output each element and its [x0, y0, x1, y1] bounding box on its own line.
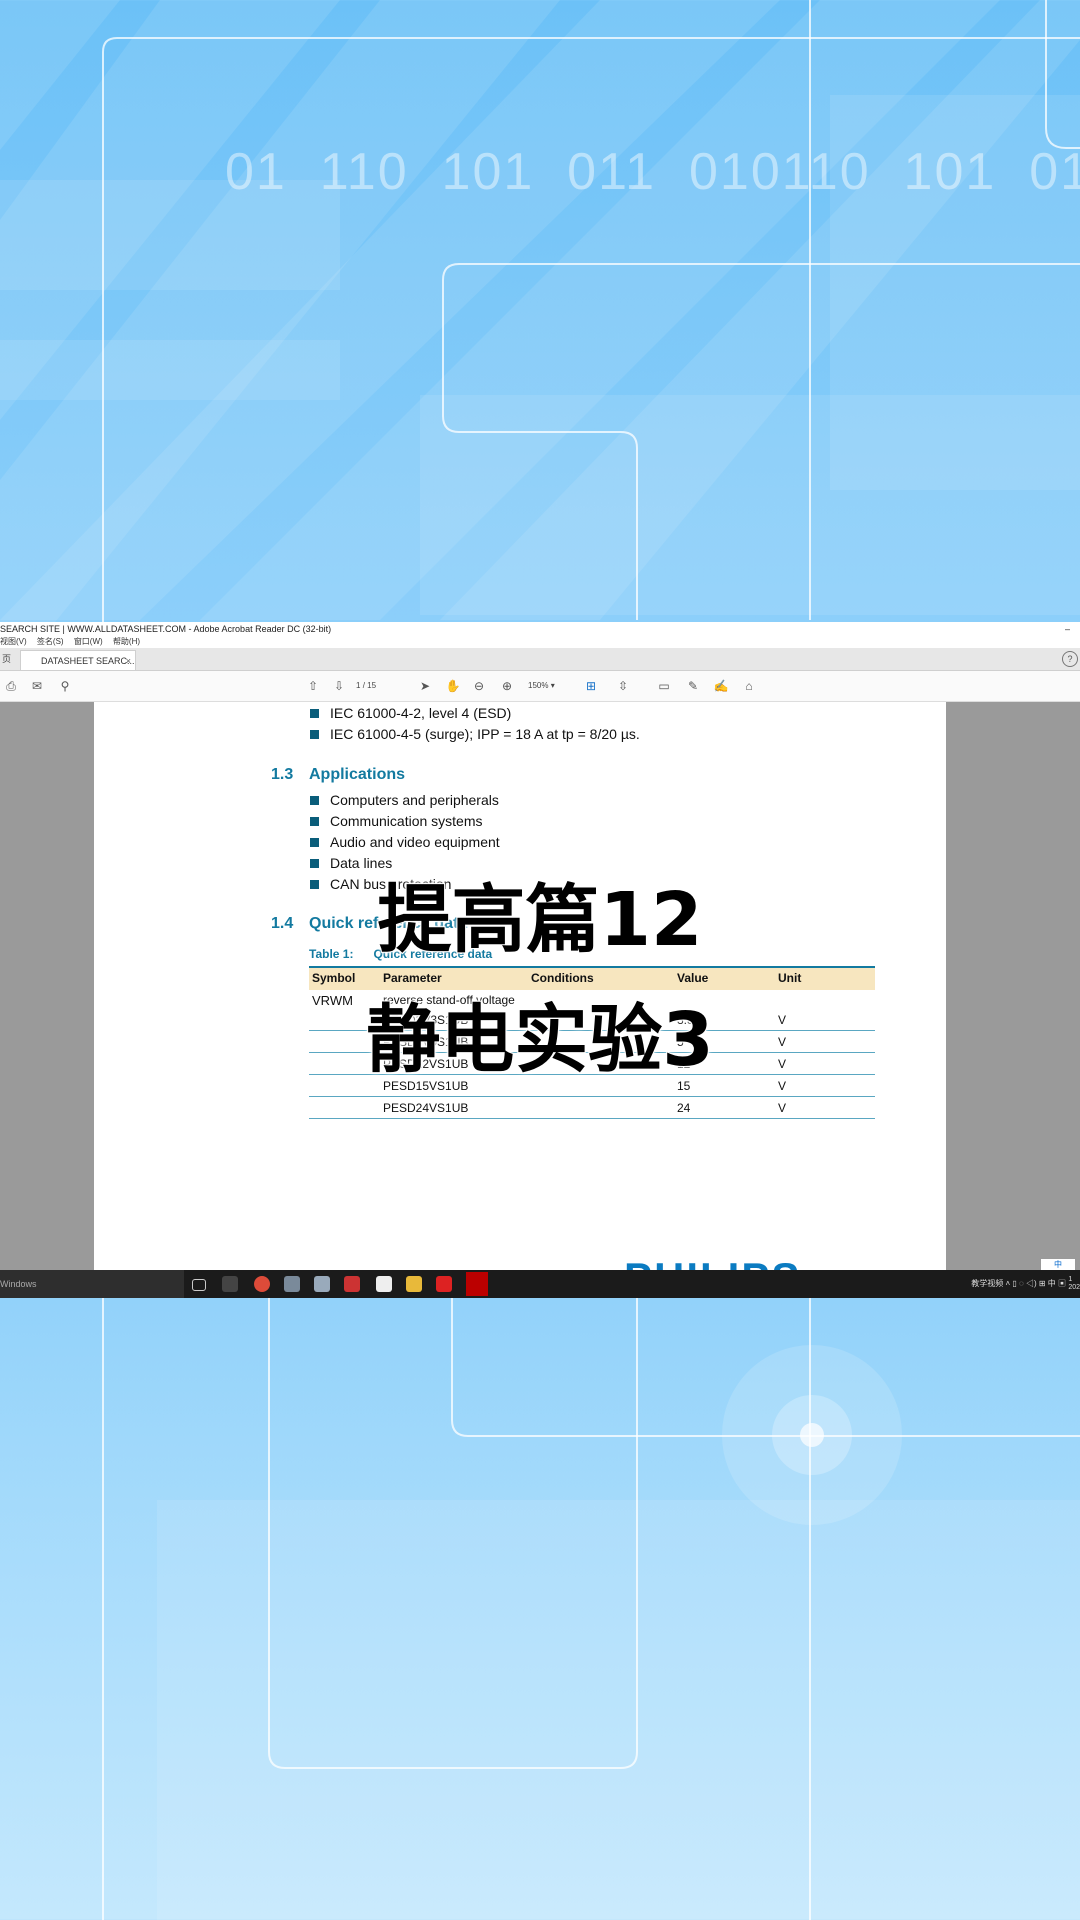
next-page-icon[interactable]: ⇩ — [330, 677, 348, 695]
zoom-value: 150% — [528, 681, 549, 690]
fit-page-icon[interactable]: ⊞ — [582, 677, 600, 695]
wps-icon[interactable] — [436, 1276, 452, 1292]
scroll-mode-icon[interactable]: ⇳ — [614, 677, 632, 695]
page-indicator[interactable]: 1 / 15 — [356, 679, 398, 693]
table-row: PESD24VS1UB 24 V — [309, 1097, 875, 1119]
prev-page-icon[interactable]: ⇧ — [304, 677, 322, 695]
select-arrow-icon[interactable]: ➤ — [416, 677, 434, 695]
row-parameter: PESD24VS1UB — [383, 1101, 469, 1115]
taskbar: Windows 教学视频 ˄ ▯ ◌ ◁) ⊞ 中 ▣ 1 202 — [0, 1270, 1080, 1298]
section-title: Applications — [309, 766, 406, 783]
email-icon[interactable]: ✉ — [28, 677, 46, 695]
section-number: 1.3 — [271, 766, 294, 783]
minimize-button[interactable]: – — [1065, 622, 1070, 636]
menu-window[interactable]: 窗口(W) — [74, 637, 103, 646]
sign-icon[interactable]: ✍ — [712, 677, 730, 695]
acrobat-icon[interactable] — [466, 1272, 488, 1296]
app-icon[interactable] — [314, 1276, 330, 1292]
tag-icon[interactable]: ⌂ — [740, 677, 758, 695]
calculator-icon[interactable] — [222, 1276, 238, 1292]
tab-label: DATASHEET SEARC... — [41, 656, 135, 666]
overlay-title-line2: 静电实验3 — [365, 996, 715, 1084]
app-icon[interactable] — [344, 1276, 360, 1292]
row-value: 24 — [677, 1101, 691, 1115]
taskbar-search[interactable]: Windows — [0, 1270, 184, 1298]
clock[interactable]: 1 202 — [1068, 1276, 1080, 1292]
app-item: Communication systems — [310, 813, 483, 829]
app-icon[interactable] — [284, 1276, 300, 1292]
system-tray[interactable]: 教学视频 ˄ ▯ ◌ ◁) ⊞ 中 ▣ — [971, 1270, 1066, 1298]
hand-tool-icon[interactable]: ✋ — [444, 677, 462, 695]
app-item: Audio and video equipment — [310, 834, 500, 850]
bullet-iec-4-5: IEC 61000-4-5 (surge); IPP = 18 A at tp … — [310, 726, 640, 742]
comment-icon[interactable]: ▭ — [655, 677, 673, 695]
menu-bar: 视图(V) 签名(S) 窗口(W) 帮助(H) — [0, 636, 1080, 648]
help-icon[interactable]: ? — [1062, 651, 1078, 667]
zoom-out-icon[interactable]: ⊖ — [470, 677, 488, 695]
search-label: Windows — [0, 1279, 37, 1289]
page-current[interactable]: 1 — [356, 681, 360, 690]
menu-sign[interactable]: 签名(S) — [37, 637, 64, 646]
page-total: / 15 — [362, 681, 377, 690]
print-icon[interactable]: ⎙ — [2, 677, 20, 695]
task-view-icon[interactable] — [192, 1279, 206, 1291]
zoom-in-icon[interactable]: ⊕ — [498, 677, 516, 695]
chrome-icon[interactable] — [254, 1276, 270, 1292]
tab-home[interactable]: 页 — [2, 652, 11, 665]
app-icon[interactable] — [376, 1276, 392, 1292]
file-explorer-icon[interactable] — [406, 1276, 422, 1292]
row-unit: V — [778, 1101, 787, 1115]
menu-view[interactable]: 视图(V) — [0, 637, 27, 646]
menu-help[interactable]: 帮助(H) — [113, 637, 140, 646]
toolbar: ⎙ ✉ ⚲ ⇧ ⇩ 1 / 15 ➤ ✋ ⊖ ⊕ 150% ▾ ⊞ ⇳ ▭ ✎ … — [0, 671, 1080, 702]
window-title: SEARCH SITE | WWW.ALLDATASHEET.COM - Ado… — [0, 624, 332, 634]
binary-decoration-text: 01 110 101 011 010110 101 0101 — [225, 143, 1080, 201]
tab-bar: 页 DATASHEET SEARC... × ? — [0, 648, 1080, 671]
highlight-icon[interactable]: ✎ — [684, 677, 702, 695]
section-applications: 1.3 Applications — [271, 766, 405, 784]
overlay-title-line1: 提高篇12 — [377, 876, 704, 964]
bullet-iec-4-2: IEC 61000-4-2, level 4 (ESD) — [309, 705, 512, 721]
tray-text: 教学视频 — [971, 1279, 1004, 1288]
search-icon[interactable]: ⚲ — [56, 677, 74, 695]
title-bar: SEARCH SITE | WWW.ALLDATASHEET.COM - Ado… — [0, 622, 1080, 636]
app-item: Computers and peripherals — [310, 792, 499, 808]
philips-logo: PHILIPS — [624, 1257, 801, 1271]
zoom-level[interactable]: 150% ▾ — [528, 679, 568, 693]
tab-document[interactable]: DATASHEET SEARC... × — [20, 650, 136, 670]
tab-close-icon[interactable]: × — [126, 651, 131, 671]
